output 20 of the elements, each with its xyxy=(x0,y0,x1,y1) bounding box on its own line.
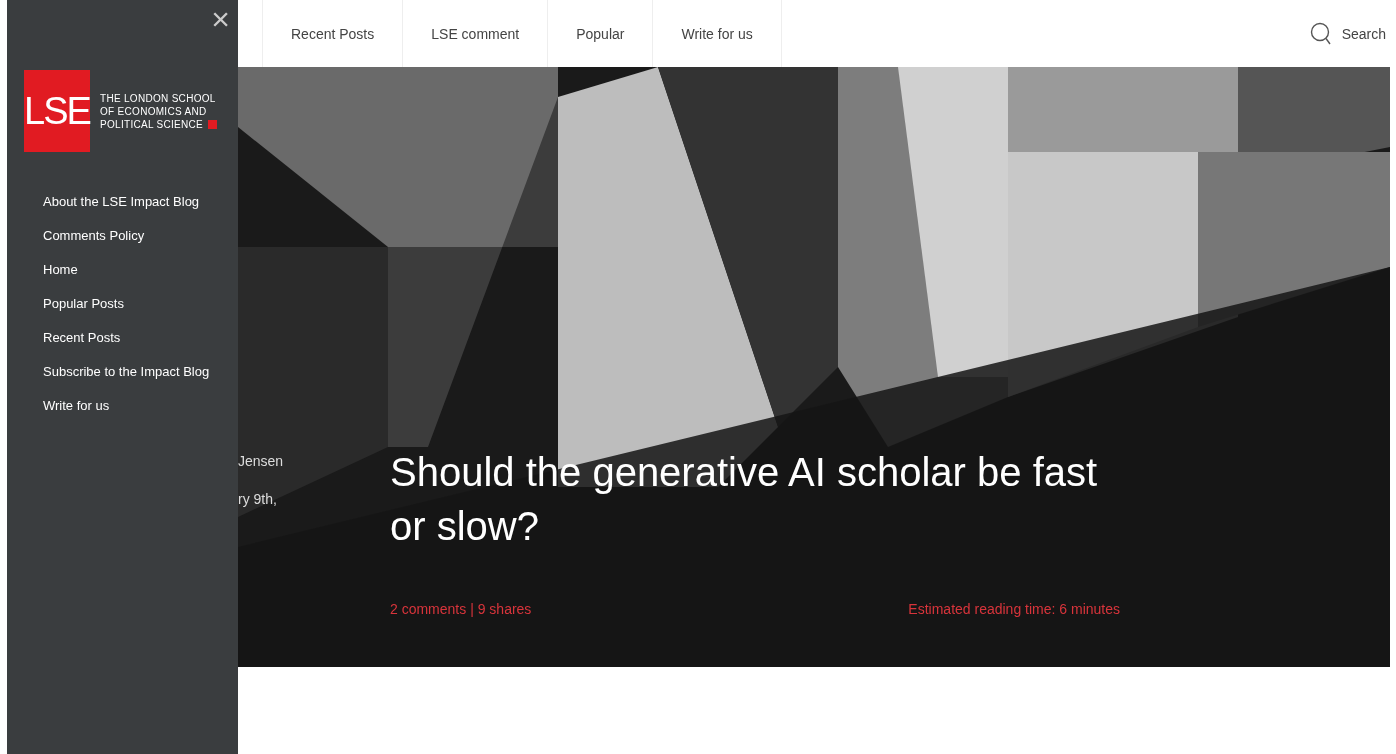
menu-link[interactable]: Recent Posts xyxy=(43,330,223,346)
reading-time: Estimated reading time: 6 minutes xyxy=(908,601,1120,617)
menu-link[interactable]: Popular Posts xyxy=(43,296,223,312)
square-icon xyxy=(208,119,218,129)
menu-link[interactable]: Home xyxy=(43,262,223,278)
search-button[interactable]: Search xyxy=(1309,21,1386,46)
menu-link[interactable]: Subscribe to the Impact Blog xyxy=(43,364,223,380)
logo-text: POLITICAL SCIENCE xyxy=(100,118,218,130)
logo-text: THE LONDON SCHOOL xyxy=(100,92,217,104)
post-stats: 2 comments | 9 shares xyxy=(390,601,532,617)
post-title: Should the generative AI scholar be fast or slow? xyxy=(390,449,1099,550)
post-date: ry 9th, xyxy=(238,491,278,507)
logo-text: OF ECONOMICS AND xyxy=(100,105,208,117)
author-name: Jensen xyxy=(238,453,285,469)
close-button[interactable]: × xyxy=(203,0,238,38)
search-icon xyxy=(1309,21,1332,46)
menu-link[interactable]: Write for us xyxy=(43,398,223,414)
logo-mark: LSE xyxy=(24,70,90,152)
menu-link[interactable]: About the LSE Impact Blog xyxy=(43,194,223,210)
menu-link[interactable]: Comments Policy xyxy=(43,228,223,244)
